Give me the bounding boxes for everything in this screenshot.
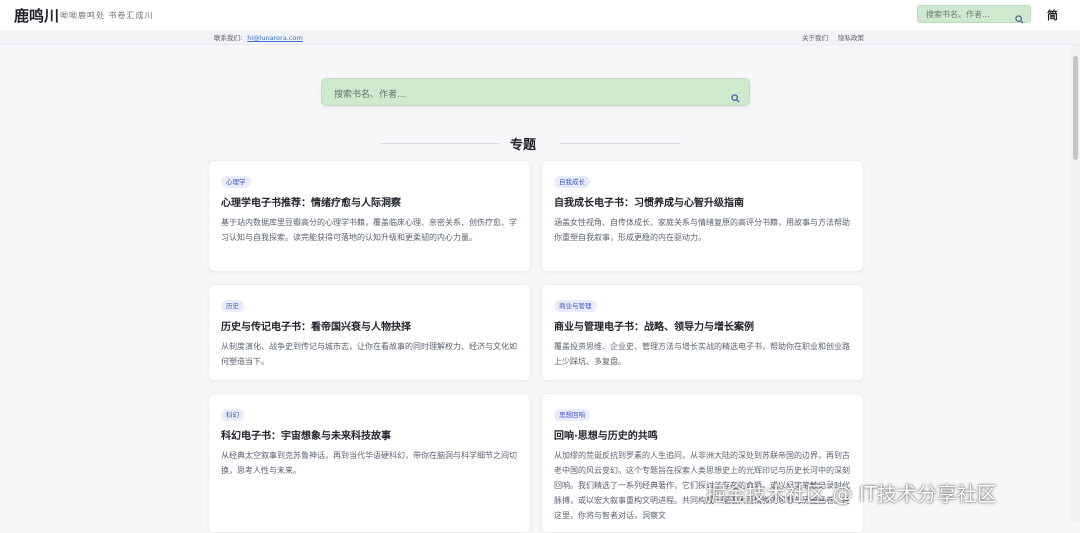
header-search-input[interactable]: 搜索书名、作者...	[917, 5, 1031, 24]
topic-description: 基于站内数据库里豆瓣高分的心理学书籍，覆盖临床心理、亲密关系、创伤疗愈、学习认知…	[221, 218, 517, 242]
topic-title[interactable]: 自我成长电子书：习惯养成与心智升级指南	[554, 194, 744, 209]
sub-bar: 联系我们: hi@lunarora.com 关于我们 隐私政策	[0, 30, 1080, 45]
site-logo[interactable]: 鹿鸣川	[14, 5, 59, 26]
topic-tag[interactable]: 历史	[221, 300, 244, 312]
topic-description: 从经典太空叙事到克苏鲁神话，再到当代华语硬科幻，带你在脑洞与科学细节之间切换，思…	[221, 451, 517, 475]
language-toggle[interactable]: 简	[1047, 7, 1058, 23]
scrollbar-thumb[interactable]	[1073, 56, 1078, 160]
section-title: 专题	[510, 138, 537, 153]
section-divider-left	[380, 143, 500, 144]
topic-tag[interactable]: 自我成长	[554, 176, 590, 188]
about-link[interactable]: 关于我们	[802, 32, 828, 42]
topic-card[interactable]: 商业与管理 商业与管理电子书：战略、领导力与增长案例 覆盖投资思维、企业史、管理…	[541, 284, 864, 381]
topic-title[interactable]: 商业与管理电子书：战略、领导力与增长案例	[554, 318, 754, 333]
topic-title[interactable]: 心理学电子书推荐：情绪疗愈与人际洞察	[221, 194, 401, 209]
topic-title[interactable]: 历史与传记电子书：看帝国兴衰与人物抉择	[221, 318, 411, 333]
topic-card[interactable]: 思想回响 回响·思想与历史的共鸣 从加缪的荒诞反抗到罗素的人生追问，从非洲大陆的…	[541, 393, 864, 533]
site-tagline: 呦呦鹿鸣处 书卷汇成川	[60, 11, 154, 20]
search-icon[interactable]	[731, 88, 740, 107]
section-divider-right	[560, 143, 680, 144]
topic-description: 覆盖投资思维、企业史、管理方法与增长实战的精选电子书，帮助你在职业和创业路上少踩…	[554, 342, 850, 366]
contact-info: 联系我们: hi@lunarora.com	[214, 32, 303, 42]
contact-email-link[interactable]: hi@lunarora.com	[247, 34, 303, 42]
topic-title[interactable]: 科幻电子书：宇宙想象与未来科技故事	[221, 427, 391, 442]
topic-card[interactable]: 自我成长 自我成长电子书：习惯养成与心智升级指南 涵盖女性视角、自传体成长、家庭…	[541, 160, 864, 272]
topic-tag[interactable]: 心理学	[221, 176, 251, 188]
watermark-text: 掘金技术社区 @ IT技术分享社区	[706, 482, 997, 506]
main-search-input[interactable]: 搜索书名、作者...	[321, 78, 750, 106]
contact-label: 联系我们:	[214, 34, 243, 42]
topic-description: 涵盖女性视角、自传体成长、家庭关系与情绪复原的高评分书籍，用故事与方法帮助你重塑…	[554, 218, 850, 242]
topic-tag[interactable]: 商业与管理	[554, 300, 597, 312]
topic-description: 从制度演化、战争史到传记与城市志，让你在看故事的同时理解权力、经济与文化如何塑造…	[221, 342, 517, 366]
header-search-placeholder: 搜索书名、作者...	[926, 10, 990, 19]
main-search-placeholder: 搜索书名、作者...	[334, 90, 406, 100]
topic-title[interactable]: 回响·思想与历史的共鸣	[554, 427, 658, 442]
privacy-link[interactable]: 隐私政策	[838, 32, 864, 42]
topic-card[interactable]: 科幻 科幻电子书：宇宙想象与未来科技故事 从经典太空叙事到克苏鲁神话，再到当代华…	[208, 393, 531, 533]
top-header: 鹿鸣川 呦呦鹿鸣处 书卷汇成川 搜索书名、作者... 简	[0, 0, 1080, 31]
topic-tag[interactable]: 科幻	[221, 409, 244, 421]
topic-tag[interactable]: 思想回响	[554, 409, 590, 421]
search-icon[interactable]	[1015, 9, 1024, 28]
topic-card[interactable]: 心理学 心理学电子书推荐：情绪疗愈与人际洞察 基于站内数据库里豆瓣高分的心理学书…	[208, 160, 531, 272]
topic-card[interactable]: 历史 历史与传记电子书：看帝国兴衰与人物抉择 从制度演化、战争史到传记与城市志，…	[208, 284, 531, 381]
